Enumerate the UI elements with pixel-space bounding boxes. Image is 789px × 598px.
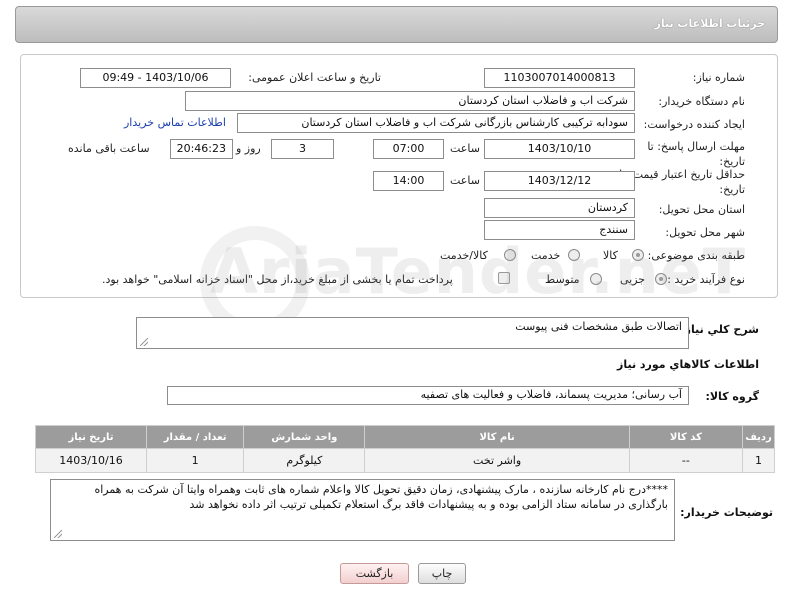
creator-label: ایجاد کننده درخواست: [643,118,745,131]
deadline-label: مهلت ارسال پاسخ: تا تاریخ: [647,140,745,168]
table-header-row: ردیف کد کالا نام کالا واحد شمارش تعداد /… [35,425,776,449]
category-goods-service-radio[interactable] [504,249,516,261]
buyer-notes-label: توضیحات خریدار: [680,506,773,519]
announce-date-label: تاریخ و ساعت اعلان عمومی: [248,71,381,84]
need-number-field: 1103007014000813 [484,68,635,88]
category-goods-service-label: کالا/خدمت [440,249,488,262]
creator-field: سودابه ترکیبی کارشناس بازرگانی شرکت اب و… [237,113,635,133]
buyer-org-field: شرکت اب و فاضلاب استان کردستان [185,91,635,111]
buyer-contact-link[interactable]: اطلاعات تماس خریدار [124,116,226,129]
treasury-note: پرداخت تمام یا بخشی از مبلغ خرید،از محل … [102,273,453,286]
buyer-notes-text: ****درج نام کارخانه سازنده ، مارک پیشنها… [94,483,668,511]
back-button[interactable]: بازگشت [340,563,409,584]
remaining-time-field: 20:46:23 [170,139,233,159]
page-title: جزئیات اطلاعات نیاز [654,17,766,30]
deadline-date-field: 1403/10/10 [484,139,635,159]
items-table-wrapper: ردیف کد کالا نام کالا واحد شمارش تعداد /… [35,425,776,473]
deadline-time-label: ساعت [450,142,480,155]
cell-quantity: 1 [145,448,245,473]
cell-need-date: 1403/10/16 [35,448,147,473]
category-label: طبقه بندی موضوعی: [647,249,745,262]
resize-grip-icon[interactable] [140,338,148,346]
description-textarea[interactable]: اتصالات طبق مشخصات فنی پیوست [136,317,689,349]
description-text: اتصالات طبق مشخصات فنی پیوست [515,320,682,333]
remaining-time-label: ساعت باقی مانده [68,142,150,155]
days-field: 3 [271,139,334,159]
col-header-row-number: ردیف [741,425,776,449]
category-goods-label: کالا [603,249,618,262]
col-header-unit: واحد شمارش [243,425,366,449]
process-label: نوع فرآیند خرید : [667,273,745,286]
validity-date-field: 1403/12/12 [484,171,635,191]
col-header-need-date: تاریخ نیاز [35,425,147,449]
col-header-quantity: تعداد / مقدار [145,425,245,449]
goods-group-field: آب رسانی؛ مدیریت پسماند، فاضلاب و فعالیت… [167,386,689,405]
table-row[interactable]: 1 -- واشر تخت کیلوگرم 1 1403/10/16 [35,448,776,473]
cell-item-code: -- [628,448,743,473]
province-label: استان محل تحویل: [658,203,745,216]
category-goods-radio[interactable] [632,249,644,261]
col-header-item-code: کد کالا [628,425,743,449]
validity-time-field: 14:00 [373,171,444,191]
buyer-org-label: نام دستگاه خریدار: [658,95,745,108]
province-field: کردستان [484,198,635,218]
resize-grip-icon[interactable] [54,530,62,538]
process-medium-label: متوسط [545,273,580,286]
cell-item-name: واشر تخت [364,448,630,473]
city-field: سنندج [484,220,635,240]
category-service-label: خدمت [531,249,561,262]
header-panel: جزئیات اطلاعات نیاز [15,6,778,43]
need-number-label: شماره نیاز: [692,71,745,84]
goods-group-label: گروه کالا: [705,390,759,403]
goods-section-title: اطلاعات کالاهاي مورد نياز [617,358,759,371]
announce-date-field: 1403/10/06 - 09:49 [80,68,231,88]
category-service-radio[interactable] [568,249,580,261]
cell-row-number: 1 [741,448,776,473]
process-minor-label: جزیی [620,273,646,286]
days-label: روز و [236,142,261,155]
process-minor-radio[interactable] [655,273,667,285]
process-medium-radio[interactable] [590,273,602,285]
print-button[interactable]: چاپ [418,563,466,584]
deadline-time-field: 07:00 [373,139,444,159]
cell-unit: کیلوگرم [243,448,366,473]
col-header-item-name: نام کالا [364,425,630,449]
city-label: شهر محل تحویل: [665,226,745,239]
treasury-checkbox[interactable] [498,272,510,284]
buyer-notes-textarea[interactable]: ****درج نام کارخانه سازنده ، مارک پیشنها… [50,479,675,541]
validity-time-label: ساعت [450,174,480,187]
items-table: ردیف کد کالا نام کالا واحد شمارش تعداد /… [35,425,776,473]
description-label: شرح کلي نياز: [680,323,759,336]
